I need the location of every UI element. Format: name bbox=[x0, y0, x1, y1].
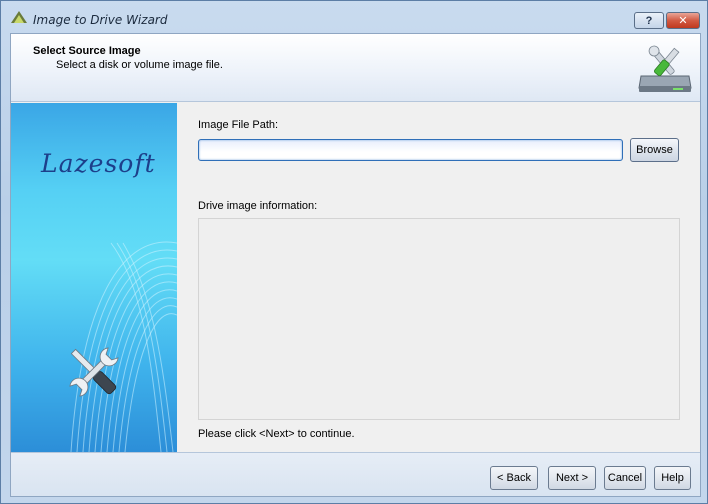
help-caption-button[interactable]: ? bbox=[634, 12, 664, 29]
cancel-button[interactable]: Cancel bbox=[604, 466, 646, 490]
screwdriver-wrench-icon bbox=[69, 347, 119, 397]
continue-hint: Please click <Next> to continue. bbox=[198, 428, 355, 440]
brand-logo-text: Lazesoft bbox=[41, 149, 156, 178]
close-button[interactable]: ✕ bbox=[666, 12, 700, 29]
help-button[interactable]: Help bbox=[654, 466, 691, 490]
app-icon bbox=[11, 11, 27, 23]
wizard-window: Image to Drive Wizard ? ✕ Select Source … bbox=[0, 0, 708, 504]
image-file-path-input[interactable] bbox=[198, 139, 623, 161]
window-title: Image to Drive Wizard bbox=[33, 13, 168, 27]
back-button[interactable]: < Back bbox=[490, 466, 538, 490]
image-file-path-label: Image File Path: bbox=[198, 119, 279, 131]
drive-tools-icon bbox=[638, 45, 692, 92]
wizard-footer: < Back Next > Cancel Help bbox=[11, 452, 700, 496]
title-bar: Image to Drive Wizard ? ✕ bbox=[1, 1, 707, 33]
wizard-header: Select Source Image Select a disk or vol… bbox=[11, 34, 700, 102]
drive-image-info-box bbox=[198, 218, 680, 420]
drive-image-info-label: Drive image information: bbox=[198, 200, 318, 212]
page-subtitle: Select a disk or volume image file. bbox=[56, 59, 223, 71]
brand-banner: Lazesoft bbox=[11, 103, 177, 452]
browse-button[interactable]: Browse bbox=[630, 138, 679, 162]
wizard-client-area: Select Source Image Select a disk or vol… bbox=[10, 33, 701, 497]
next-button[interactable]: Next > bbox=[548, 466, 596, 490]
page-title: Select Source Image bbox=[33, 45, 141, 57]
content-panel: Image File Path: Browse Drive image info… bbox=[177, 103, 700, 452]
